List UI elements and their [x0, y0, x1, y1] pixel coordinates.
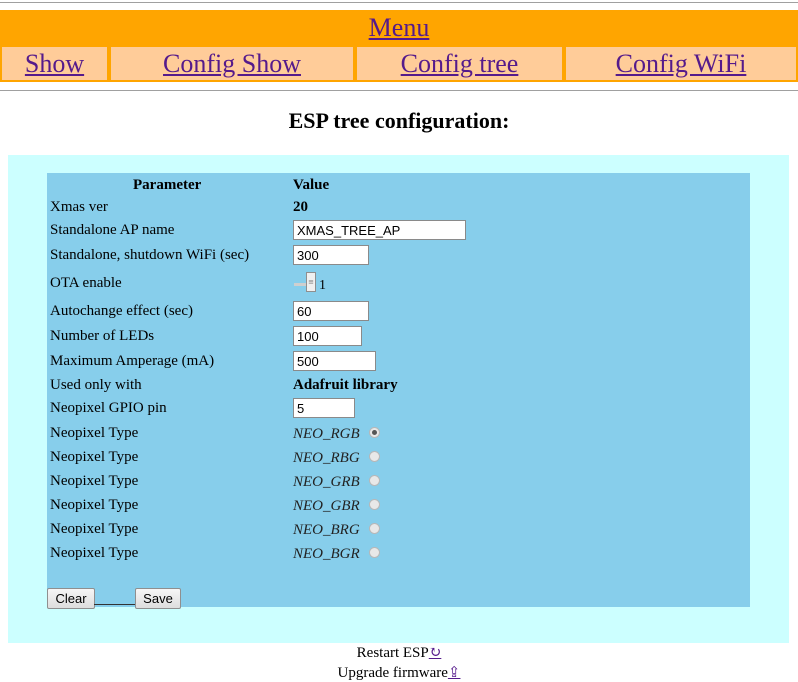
num-leds-input[interactable] [293, 326, 362, 346]
label-xmas-ver: Xmas ver [50, 199, 108, 215]
value-xmas-ver: 20 [293, 199, 308, 215]
upgrade-icon[interactable]: ⇪ [448, 665, 461, 681]
max-amp-input[interactable] [293, 351, 376, 371]
clear-button[interactable]: Clear [47, 588, 95, 609]
header-value: Value [293, 177, 330, 193]
page-title: ESP tree configuration: [288, 108, 510, 133]
label-shutdown-wifi: Standalone, shutdown WiFi (sec) [50, 247, 250, 263]
label-num-leds: Number of LEDs [50, 328, 155, 344]
shutdown-wifi-input[interactable] [293, 245, 369, 265]
label-gpio-pin: Neopixel GPIO pin [50, 400, 167, 416]
label-neo-type: Neopixel Type [50, 449, 139, 465]
neo-type-value: NEO_BGR [293, 546, 360, 562]
ota-value: 1 [319, 278, 326, 293]
nav-link-config-wifi[interactable]: Config WiFi [616, 49, 747, 78]
neo-type-value: NEO_GRB [293, 474, 360, 490]
neo-type-radio[interactable] [369, 499, 380, 510]
label-neo-type: Neopixel Type [50, 425, 139, 441]
nav-link-show[interactable]: Show [25, 49, 84, 78]
neo-type-radio[interactable] [369, 451, 380, 462]
menu-bar: Menu [0, 10, 798, 45]
neo-type-radio[interactable] [369, 547, 380, 558]
label-ota-enable: OTA enable [50, 275, 122, 291]
nav-bar: Show Config Show Config tree Config WiFi [0, 45, 798, 82]
label-used-only: Used only with [50, 377, 142, 393]
label-neo-type: Neopixel Type [50, 473, 139, 489]
upgrade-text: Upgrade firmware [337, 665, 448, 681]
label-autochange: Autochange effect (sec) [50, 303, 193, 319]
neo-type-radio[interactable] [369, 427, 380, 438]
neo-type-value: NEO_GBR [293, 498, 360, 514]
nav-item-config-wifi: Config WiFi [564, 45, 798, 82]
autochange-input[interactable] [293, 301, 369, 321]
nav-link-config-tree[interactable]: Config tree [401, 49, 519, 78]
button-separator [94, 604, 136, 605]
neo-type-value: NEO_BRG [293, 522, 360, 538]
label-max-amp: Maximum Amperage (mA) [50, 353, 215, 369]
upgrade-line: Upgrade firmware⇪ [0, 663, 798, 682]
neo-type-radio[interactable] [369, 523, 380, 534]
nav-item-config-show: Config Show [109, 45, 355, 82]
neo-type-value: NEO_RGB [293, 426, 360, 442]
menu-divider [0, 90, 798, 91]
restart-text: Restart ESP [356, 645, 429, 661]
label-neo-type: Neopixel Type [50, 521, 139, 537]
menu-link[interactable]: Menu [369, 13, 430, 42]
restart-line: Restart ESP↻ [0, 643, 798, 662]
top-rule [0, 2, 798, 3]
nav-link-config-show[interactable]: Config Show [163, 49, 301, 78]
nav-item-show: Show [0, 45, 109, 82]
neo-type-value: NEO_RBG [293, 450, 360, 466]
ota-slider-thumb[interactable]: ≡ [306, 272, 316, 292]
gpio-pin-input[interactable] [293, 398, 355, 418]
restart-icon[interactable]: ↻ [429, 645, 442, 661]
label-ap-name: Standalone AP name [50, 222, 175, 238]
value-used-only: Adafruit library [293, 377, 398, 393]
label-neo-type: Neopixel Type [50, 497, 139, 513]
neo-type-radio[interactable] [369, 475, 380, 486]
label-neo-type: Neopixel Type [50, 545, 139, 561]
header-parameter: Parameter [133, 177, 202, 193]
nav-item-config-tree: Config tree [355, 45, 564, 82]
save-button[interactable]: Save [135, 588, 181, 609]
ap-name-input[interactable] [293, 220, 466, 240]
